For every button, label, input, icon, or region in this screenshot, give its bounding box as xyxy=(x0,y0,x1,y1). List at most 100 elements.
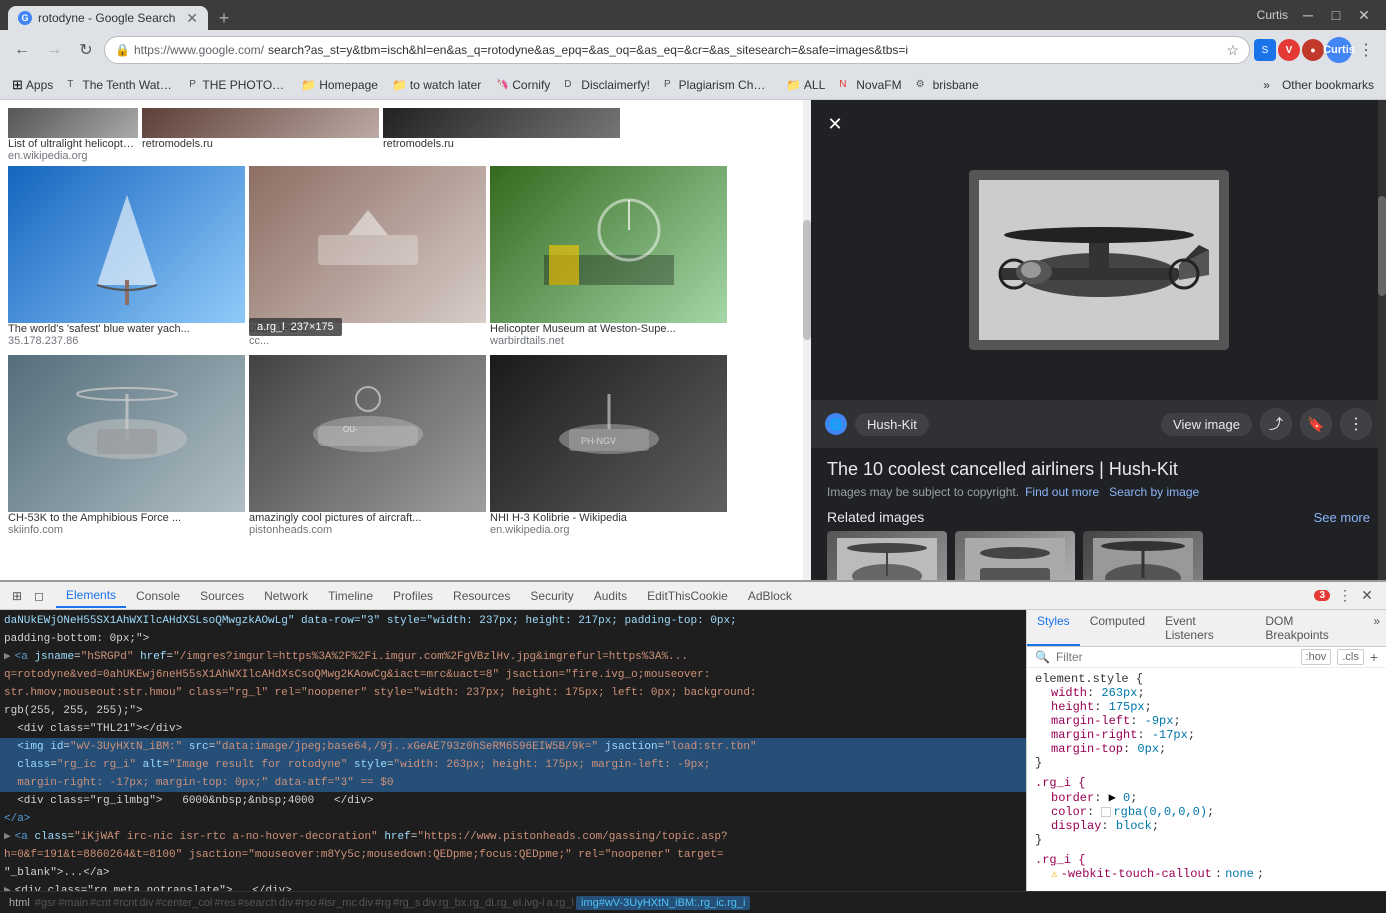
apps-btn[interactable]: ⊞ Apps xyxy=(6,75,59,95)
main-scrollbar-thumb[interactable] xyxy=(803,220,811,340)
code-line-10[interactable]: margin-right: -17px; margin-top: 0px;" d… xyxy=(0,774,1026,792)
code-line-8[interactable]: <img id="wV-3UyHXtN_iBM:" src="data:imag… xyxy=(0,738,1026,756)
right-tab-computed[interactable]: Computed xyxy=(1080,610,1155,646)
add-style-rule[interactable]: + xyxy=(1370,649,1378,665)
tab-network[interactable]: Network xyxy=(254,585,318,607)
user-avatar[interactable]: Curtis xyxy=(1326,37,1352,63)
forward-btn[interactable]: → xyxy=(40,36,68,64)
image-item-6[interactable]: PH-NGV NHI H-3 Kolibrie - Wikipedia en.w… xyxy=(490,355,727,536)
bm-item-5[interactable]: 🦄 Cornify xyxy=(489,76,556,94)
bm-folder-3[interactable]: 📁 Homepage xyxy=(295,76,384,94)
bm-item-10[interactable]: ⚙ brisbane xyxy=(910,76,985,94)
viewer-share-btn[interactable]: ⤴ xyxy=(1260,408,1292,440)
right-tabs-more[interactable]: » xyxy=(1367,610,1386,646)
viewer-close-btn[interactable]: ✕ xyxy=(821,110,849,138)
reload-btn[interactable]: ↻ xyxy=(72,36,100,64)
chrome-extension-3[interactable]: ● xyxy=(1302,39,1324,61)
cls-toggle[interactable]: .cls xyxy=(1337,649,1364,665)
bm-item-1[interactable]: T The Tenth Watch for xyxy=(61,76,181,94)
code-line-6: rgb(255, 255, 255);"> xyxy=(0,702,1026,720)
triangle-13[interactable]: ▶ xyxy=(4,828,11,846)
viewer-site-icon: 🌐 xyxy=(825,413,847,435)
right-tab-event-listeners[interactable]: Event Listeners xyxy=(1155,610,1255,646)
bm-favicon-1: T xyxy=(67,79,79,90)
maximize-btn[interactable]: □ xyxy=(1322,1,1350,29)
tab-adblock[interactable]: AdBlock xyxy=(738,585,802,607)
viewer-copyright-line: Images may be subject to copyright. Find… xyxy=(811,485,1386,499)
bm-folder-icon-4: 📁 xyxy=(392,78,407,92)
bc-html[interactable]: html xyxy=(6,897,33,909)
close-btn[interactable]: ✕ xyxy=(1350,1,1378,29)
image-item-partial-3[interactable]: retromodels.ru xyxy=(383,108,620,162)
chrome-extension-2[interactable]: V xyxy=(1278,39,1300,61)
viewer-scrollbar-thumb[interactable] xyxy=(1378,196,1386,296)
other-bookmarks-btn[interactable]: Other bookmarks xyxy=(1276,76,1380,94)
minimize-btn[interactable]: ─ xyxy=(1294,1,1322,29)
code-line-3: ▶ <a jsname="hSRGPd" href="/imgres?imgur… xyxy=(0,648,1026,666)
related-thumb-1[interactable] xyxy=(827,531,947,580)
bm-item-9[interactable]: N NovaFM xyxy=(833,76,907,94)
chrome-extension-1[interactable]: S xyxy=(1254,39,1276,61)
viewer-scrollbar-track[interactable] xyxy=(1378,100,1386,580)
right-tab-dom-breakpoints[interactable]: DOM Breakpoints xyxy=(1255,610,1367,646)
user-name[interactable]: Curtis xyxy=(1257,8,1288,22)
image-item-partial-1[interactable]: List of ultralight helicopters - Wikiped… xyxy=(8,108,138,162)
image-item-1[interactable]: The world's 'safest' blue water yach... … xyxy=(8,166,245,347)
viewer-find-out-link[interactable]: Find out more xyxy=(1025,485,1099,499)
new-tab-btn[interactable]: + xyxy=(212,6,236,30)
bm-folder-4[interactable]: 📁 to watch later xyxy=(386,76,487,94)
styles-filter-input[interactable] xyxy=(1056,650,1295,664)
right-tab-styles[interactable]: Styles xyxy=(1027,610,1080,646)
tab-timeline[interactable]: Timeline xyxy=(318,585,383,607)
viewer-more-btn[interactable]: ⋮ xyxy=(1340,408,1372,440)
tab-editthiscookie[interactable]: EditThisCookie xyxy=(637,585,738,607)
devtools-close-btn[interactable]: ✕ xyxy=(1356,585,1378,607)
image-item-2[interactable]: 0923.JPG ... cc... a.rg_l 237×175 xyxy=(249,166,486,347)
main-scrollbar-track[interactable] xyxy=(803,100,811,580)
devtools-undock-btn[interactable]: ⊞ xyxy=(8,587,26,605)
image-item-5[interactable]: OU- amazingly cool pictures of aircraft.… xyxy=(249,355,486,536)
triangle-16[interactable]: ▶ xyxy=(4,882,11,891)
image-item-3[interactable]: Helicopter Museum at Weston-Supe... warb… xyxy=(490,166,727,347)
devtools-dock-btn[interactable]: ◻ xyxy=(30,587,48,605)
bm-item-6[interactable]: D Disclaimerfy! xyxy=(558,76,656,94)
code-text-8: <img id="wV-3UyHXtN_iBM:" src="data:imag… xyxy=(4,738,1022,756)
related-thumb-3[interactable] xyxy=(1083,531,1203,580)
address-input[interactable]: 🔒 https://www.google.com/ search?as_st=y… xyxy=(104,36,1250,64)
img-cap-2: retromodels.ru xyxy=(142,138,379,150)
code-line-9[interactable]: class="rg_ic rg_i" alt="Image result for… xyxy=(0,756,1026,774)
viewer-site-name-btn[interactable]: Hush-Kit xyxy=(855,413,929,436)
tab-close-icon[interactable]: ✕ xyxy=(186,10,198,27)
viewer-view-image-btn[interactable]: View image xyxy=(1161,413,1252,436)
star-icon[interactable]: ☆ xyxy=(1226,42,1239,59)
active-tab[interactable]: G rotodyne - Google Search ✕ xyxy=(8,6,208,30)
bm-favicon-9: N xyxy=(839,79,853,90)
tab-audits[interactable]: Audits xyxy=(584,585,637,607)
tab-profiles[interactable]: Profiles xyxy=(383,585,443,607)
hov-toggle[interactable]: :hov xyxy=(1301,649,1332,665)
bm-item-2[interactable]: P THE PHOTOSHOP Bl xyxy=(183,76,293,94)
bc-active-element[interactable]: img#wV-3UyHXtN_iBM:.rg_ic.rg_i xyxy=(576,896,750,910)
bookmarks-more-btn[interactable]: » xyxy=(1259,76,1274,94)
image-item-4[interactable]: CH-53K to the Amphibious Force ... skiin… xyxy=(8,355,245,536)
image-item-partial-2[interactable]: retromodels.ru xyxy=(142,108,379,162)
bm-favicon-7: P xyxy=(664,79,676,90)
triangle-3[interactable]: ▶ xyxy=(4,648,11,666)
tab-elements[interactable]: Elements xyxy=(56,584,126,608)
devtools-menu-btn[interactable]: ⋮ xyxy=(1334,585,1356,607)
related-thumb-2[interactable] xyxy=(955,531,1075,580)
tab-resources[interactable]: Resources xyxy=(443,585,520,607)
back-btn[interactable]: ← xyxy=(8,36,36,64)
tab-sources[interactable]: Sources xyxy=(190,585,254,607)
style-rule-rg-i-2: .rg_i { ⚠ -webkit-touch-callout: none; xyxy=(1035,853,1378,881)
viewer-search-image-link[interactable]: Search by image xyxy=(1109,485,1199,499)
style-prop-webkit: ⚠ -webkit-touch-callout: none; xyxy=(1051,867,1378,881)
bm-item-7[interactable]: P Plagiarism Checker - xyxy=(658,76,778,94)
viewer-bookmark-btn[interactable]: 🔖 xyxy=(1300,408,1332,440)
tab-console[interactable]: Console xyxy=(126,585,190,607)
viewer-related-label: Related images xyxy=(827,509,924,525)
tab-security[interactable]: Security xyxy=(520,585,583,607)
bm-folder-8[interactable]: 📁 ALL xyxy=(780,76,831,94)
chrome-menu-btn[interactable]: ⋮ xyxy=(1354,38,1378,62)
viewer-see-more-link[interactable]: See more xyxy=(1314,510,1370,525)
